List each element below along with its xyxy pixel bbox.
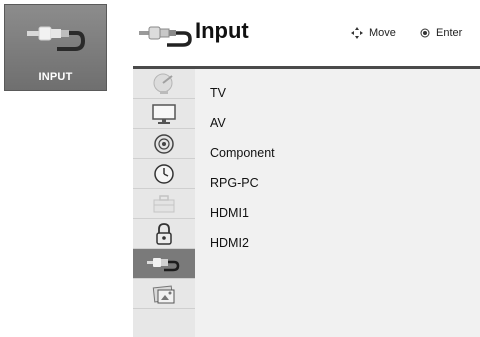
move-arrows-icon xyxy=(351,27,363,40)
menu-item-setup[interactable] xyxy=(133,189,195,219)
page-title: Input xyxy=(195,18,249,43)
move-hint-label: Move xyxy=(369,27,396,39)
satellite-dish-icon xyxy=(153,73,173,94)
enter-dot-icon xyxy=(420,28,430,38)
move-hint: Move xyxy=(351,27,396,40)
menu-item-satellite[interactable] xyxy=(133,69,195,99)
input-option-hdmi1[interactable]: HDMI1 xyxy=(210,206,249,220)
clock-icon xyxy=(154,163,174,184)
menu-item-lock[interactable] xyxy=(133,219,195,249)
tile-label: INPUT xyxy=(38,71,73,83)
lock-icon xyxy=(156,222,172,245)
enter-hint: Enter xyxy=(420,27,462,39)
monitor-icon xyxy=(152,103,176,124)
input-option-tv[interactable]: TV xyxy=(210,86,226,100)
menu-item-input[interactable] xyxy=(133,249,195,279)
input-option-component[interactable]: Component xyxy=(210,146,275,160)
cable-plug-icon xyxy=(139,26,192,47)
input-option-av[interactable]: AV xyxy=(210,116,226,130)
input-option-hdmi2[interactable]: HDMI2 xyxy=(210,236,249,250)
enter-hint-label: Enter xyxy=(436,27,463,39)
input-option-rpg-pc[interactable]: RPG-PC xyxy=(210,176,259,190)
speaker-icon xyxy=(154,133,174,154)
menu-item-time[interactable] xyxy=(133,159,195,189)
input-menu-tile[interactable]: INPUT xyxy=(4,4,107,91)
input-panel: Input Move Enter TV AV Component RPG-PC … xyxy=(133,0,480,337)
photo-music-icon xyxy=(152,285,175,303)
cable-plug-icon xyxy=(27,26,85,51)
menu-icon-column xyxy=(133,69,195,337)
toolbox-icon xyxy=(153,194,175,212)
cable-plug-icon xyxy=(147,257,180,271)
panel-header: Input Move Enter xyxy=(133,0,480,66)
menu-item-audio[interactable] xyxy=(133,129,195,159)
input-source-list: TV AV Component RPG-PC HDMI1 HDMI2 xyxy=(195,69,480,337)
menu-item-picture[interactable] xyxy=(133,99,195,129)
menu-item-media[interactable] xyxy=(133,279,195,309)
